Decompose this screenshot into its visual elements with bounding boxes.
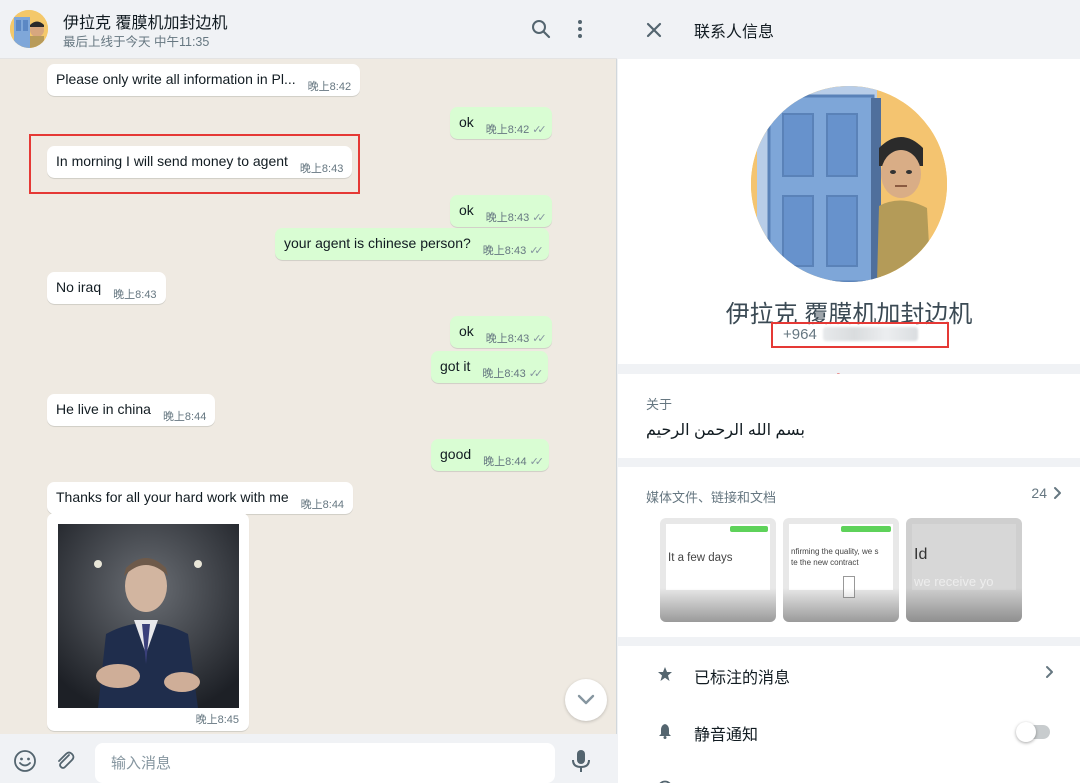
message-text: In morning I will send money to agent [56, 153, 288, 169]
phone-redacted [822, 327, 918, 341]
message-time: 晚上8:43 [485, 212, 530, 224]
message-time: 晚上8:44 [162, 411, 207, 423]
message-time: 晚上8:42 [307, 81, 352, 93]
message-input[interactable] [95, 743, 555, 783]
options-card: 已标注的消息 静音通知 [618, 646, 1080, 783]
phone-number: +964 [783, 326, 918, 343]
contact-info-title: 联系人信息 [694, 24, 775, 41]
read-receipt-icon: ✓✓ [532, 332, 547, 345]
message-incoming[interactable]: Thanks for all your hard work with me 晚上8… [47, 482, 354, 514]
menu-icon[interactable] [567, 16, 593, 42]
message-outgoing[interactable]: got it 晚上8:43 ✓✓ [431, 351, 549, 383]
media-count-link[interactable]: 24 [1031, 485, 1062, 501]
media-card: 媒体文件、链接和文档 24 It a few days nfirming the… [618, 467, 1080, 637]
attach-icon[interactable] [52, 748, 78, 774]
media-thumbnail[interactable]: Id we receive yo [906, 518, 1022, 622]
message-time: 晚上8:44 [300, 499, 345, 511]
message-time: 晚上8:45 [195, 714, 239, 726]
compose-bar [0, 734, 617, 783]
message-text: ok [459, 202, 474, 218]
disappearing-messages-row[interactable] [618, 760, 1080, 783]
profile-photo[interactable] [751, 86, 947, 282]
message-outgoing[interactable]: ok 晚上8:42 ✓✓ [450, 107, 552, 139]
profile-card: 伊拉克 覆膜机加封边机 +964 Iraq customer [618, 59, 1080, 389]
microphone-icon[interactable] [568, 748, 594, 774]
mute-notifications-row[interactable]: 静音通知 [618, 703, 1080, 759]
contact-info-header: 联系人信息 [618, 0, 1080, 59]
message-text: good [440, 446, 472, 462]
chat-contact-name[interactable]: 伊拉克 覆膜机加封边机 [63, 9, 227, 33]
message-text: got it [440, 358, 471, 374]
chat-pane: 伊拉克 覆膜机加封边机 最后上线于今天 中午11:35 Please only … [0, 0, 617, 783]
chat-header[interactable]: 伊拉克 覆膜机加封边机 最后上线于今天 中午11:35 [0, 0, 617, 59]
message-list[interactable]: Please only write all information in Pl.… [0, 59, 617, 734]
message-text: Please only write all information in Pl.… [56, 71, 296, 87]
timer-icon [656, 779, 674, 783]
read-receipt-icon: ✓✓ [529, 244, 544, 257]
media-thumbnail[interactable]: nfirming the quality, we s te the new co… [783, 518, 899, 622]
message-time: 晚上8:44 [483, 456, 527, 468]
message-text: your agent is chinese person? [284, 235, 471, 251]
thumbnail-text: Id [914, 546, 928, 563]
message-text: ok [459, 323, 474, 339]
message-text: Thanks for all your hard work with me [56, 489, 289, 505]
message-time: 晚上8:43 [299, 163, 344, 175]
chevron-right-icon [1046, 666, 1053, 678]
contact-info-pane: 联系人信息 伊拉克 覆膜机加封边机 +964 关于 بسم الله الرحم… [618, 0, 1080, 783]
read-receipt-icon: ✓✓ [529, 455, 545, 468]
about-text: بسم الله الرحمن الرحيم [646, 422, 805, 439]
message-time: 晚上8:42 [485, 124, 530, 136]
message-text: He live in china [56, 401, 151, 417]
mute-notifications-label: 静音通知 [694, 727, 759, 744]
emoji-icon[interactable] [12, 748, 38, 774]
chevron-down-icon [577, 694, 595, 705]
media-count: 24 [1031, 485, 1047, 501]
contact-avatar[interactable] [10, 10, 48, 48]
message-text: ok [459, 114, 474, 130]
media-label: 媒体文件、链接和文档 [646, 490, 777, 505]
chat-contact-status: 最后上线于今天 中午11:35 [63, 35, 210, 49]
image-message[interactable]: 晚上8:45 [47, 513, 249, 731]
mute-toggle[interactable] [1016, 722, 1050, 742]
scroll-to-bottom-button[interactable] [565, 679, 607, 721]
message-time: 晚上8:43 [482, 245, 527, 257]
message-outgoing[interactable]: ok 晚上8:43 ✓✓ [450, 195, 552, 227]
gif-image[interactable] [58, 524, 239, 708]
media-thumbnail[interactable]: It a few days [660, 518, 776, 622]
message-time: 晚上8:43 [485, 333, 530, 345]
read-receipt-icon: ✓✓ [532, 123, 547, 136]
thumbnail-text: It a few days [668, 552, 733, 564]
message-incoming[interactable]: He live in china 晚上8:44 [47, 394, 216, 426]
starred-messages-row[interactable]: 已标注的消息 [618, 646, 1080, 702]
message-outgoing[interactable]: good 晚上8:44 ✓✓ [431, 439, 550, 471]
message-time: 晚上8:43 [482, 368, 526, 380]
bell-icon [656, 722, 674, 740]
message-incoming[interactable]: Please only write all information in Pl.… [47, 64, 361, 96]
message-incoming[interactable]: In morning I will send money to agent 晚上8… [47, 146, 353, 178]
thumbnail-text: we receive yo [914, 574, 994, 589]
message-text: No iraq [56, 279, 102, 295]
thumbnail-text: nfirming the quality, we s [791, 547, 879, 556]
starred-messages-label: 已标注的消息 [694, 670, 791, 687]
close-icon[interactable] [642, 18, 666, 42]
chevron-right-icon [1054, 487, 1061, 499]
message-incoming[interactable]: No iraq 晚上8:43 [47, 272, 166, 304]
message-outgoing[interactable]: your agent is chinese person? 晚上8:43 ✓✓ [275, 228, 549, 260]
message-outgoing[interactable]: ok 晚上8:43 ✓✓ [450, 316, 552, 348]
star-icon [656, 665, 674, 683]
message-time: 晚上8:43 [113, 289, 157, 301]
about-card: 关于 بسم الله الرحمن الرحيم [618, 374, 1080, 458]
search-icon[interactable] [528, 16, 554, 42]
phone-prefix: +964 [783, 326, 817, 343]
read-receipt-icon: ✓✓ [532, 211, 547, 224]
about-label: 关于 [646, 397, 673, 412]
read-receipt-icon: ✓✓ [528, 367, 544, 380]
thumbnail-text: te the new contract [791, 558, 859, 567]
